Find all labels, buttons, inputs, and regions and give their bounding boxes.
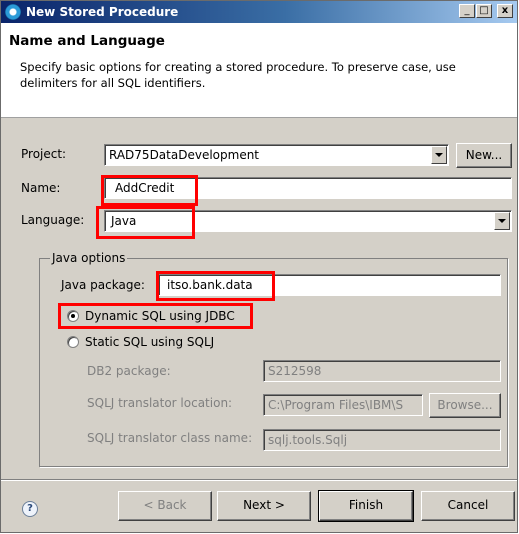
cancel-button[interactable]: Cancel	[421, 491, 515, 521]
project-value: RAD75DataDevelopment	[109, 148, 260, 162]
java-options-label: Java options	[50, 251, 128, 265]
language-label: Language:	[21, 213, 85, 227]
app-icon	[5, 4, 21, 20]
title-bar[interactable]: New Stored Procedure _ □ x	[1, 1, 517, 23]
maximize-button[interactable]: □	[476, 4, 492, 18]
chevron-down-icon[interactable]	[431, 146, 447, 164]
project-label: Project:	[21, 147, 67, 161]
translator-location-field[interactable]: C:\Program Files\IBM\S	[263, 394, 423, 416]
new-project-button[interactable]: New...	[456, 143, 512, 168]
minimize-button[interactable]: _	[459, 4, 475, 18]
translator-class-label: SQLJ translator class name:	[87, 431, 253, 445]
translator-class-value: sqlj.tools.Sqlj	[268, 433, 348, 447]
next-button[interactable]: Next >	[217, 491, 311, 521]
window-title: New Stored Procedure	[26, 5, 179, 19]
translator-location-label: SQLJ translator location:	[87, 396, 233, 410]
static-sql-label[interactable]: Static SQL using SQLJ	[85, 335, 214, 350]
new-stored-procedure-dialog: New Stored Procedure _ □ x Name and Lang…	[0, 0, 518, 533]
highlight-box-package	[156, 271, 275, 301]
name-label: Name:	[21, 181, 61, 195]
page-title: Name and Language	[9, 33, 165, 49]
db2-package-value: S212598	[268, 364, 322, 378]
back-button[interactable]: < Back	[118, 491, 212, 521]
db2-package-field[interactable]: S212598	[263, 360, 501, 382]
project-dropdown[interactable]: RAD75DataDevelopment	[104, 144, 449, 166]
highlight-box-language	[96, 206, 195, 239]
browse-button[interactable]: Browse...	[429, 393, 501, 418]
java-package-label: Java package:	[61, 278, 145, 292]
footer-separator	[1, 479, 517, 481]
finish-button[interactable]: Finish	[318, 490, 414, 522]
page-description: Specify basic options for creating a sto…	[20, 60, 456, 90]
translator-class-field[interactable]: sqlj.tools.Sqlj	[263, 429, 501, 451]
highlight-box-dynamic-sql	[58, 303, 253, 329]
wizard-header: Name and Language Specify basic options …	[1, 23, 517, 118]
highlight-box-name	[101, 175, 198, 206]
help-icon[interactable]: ?	[22, 501, 38, 517]
close-button[interactable]: x	[497, 4, 513, 18]
static-sql-radio[interactable]	[67, 336, 79, 348]
db2-package-label: DB2 package:	[87, 364, 171, 378]
chevron-down-icon[interactable]	[494, 212, 510, 230]
translator-location-value: C:\Program Files\IBM\S	[268, 398, 404, 412]
